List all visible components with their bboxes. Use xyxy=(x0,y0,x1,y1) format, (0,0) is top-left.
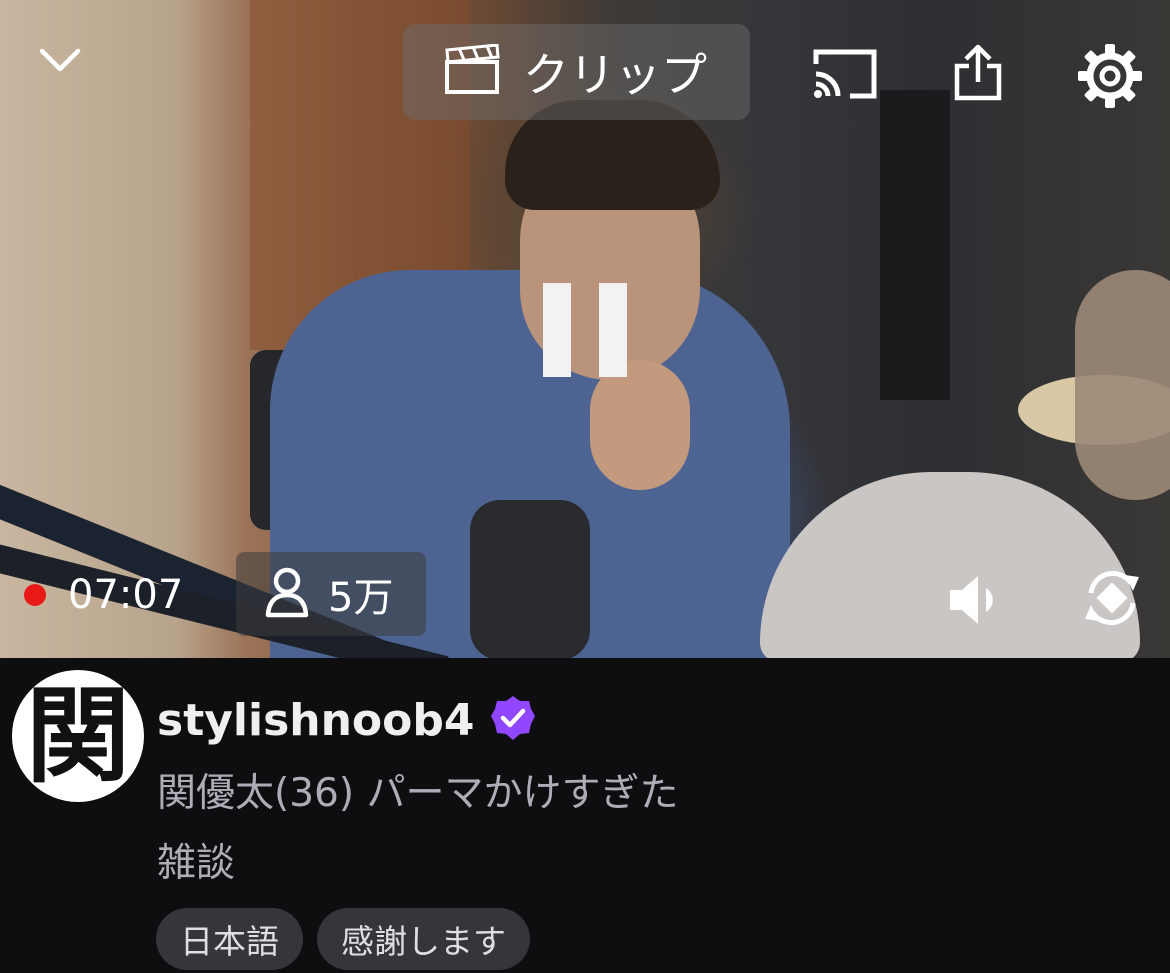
live-indicator: 07:07 xyxy=(24,568,183,622)
channel-row: stylishnoob4 xyxy=(157,690,536,750)
play-pause-button[interactable] xyxy=(530,270,640,390)
video-frame-gym-rack xyxy=(880,90,950,400)
pause-icon xyxy=(541,281,629,379)
tag-thanks[interactable]: 感謝します xyxy=(317,908,530,970)
tag-list: 日本語 感謝します xyxy=(156,908,544,970)
avatar-glyph: 関 xyxy=(25,674,130,797)
video-frame-microphone xyxy=(470,500,590,658)
video-frame-cat xyxy=(1075,270,1170,500)
category-link[interactable]: 雑談 xyxy=(157,832,235,888)
chevron-down-icon xyxy=(38,46,82,74)
viewer-count: 5万 xyxy=(328,575,394,621)
stream-title: 関優太(36) パーマかけすぎた xyxy=(157,771,679,816)
tag-japanese[interactable]: 日本語 xyxy=(156,908,303,970)
rotate-screen-button[interactable] xyxy=(1070,556,1154,640)
avatar[interactable]: 関 xyxy=(12,670,144,802)
share-button[interactable] xyxy=(940,36,1016,110)
live-dot xyxy=(24,584,46,606)
volume-icon xyxy=(946,572,1010,628)
clip-label: クリップ xyxy=(523,48,707,102)
video-player[interactable]: クリップ 07:07 5万 xyxy=(0,0,1170,658)
settings-button[interactable] xyxy=(1070,36,1150,116)
channel-name[interactable]: stylishnoob4 xyxy=(157,695,474,746)
elapsed-time: 07:07 xyxy=(68,572,184,618)
clip-button[interactable]: クリップ xyxy=(403,24,750,120)
gear-icon xyxy=(1076,42,1144,110)
collapse-button[interactable] xyxy=(20,20,100,100)
verified-badge-icon xyxy=(490,695,536,745)
rotate-screen-icon xyxy=(1077,563,1147,633)
viewer-count-badge: 5万 xyxy=(236,552,426,636)
cast-button[interactable] xyxy=(800,36,890,110)
volume-button[interactable] xyxy=(940,562,1016,638)
share-icon xyxy=(953,44,1003,102)
person-icon xyxy=(264,566,310,622)
cast-icon xyxy=(810,44,880,102)
clapperboard-icon xyxy=(443,43,501,100)
